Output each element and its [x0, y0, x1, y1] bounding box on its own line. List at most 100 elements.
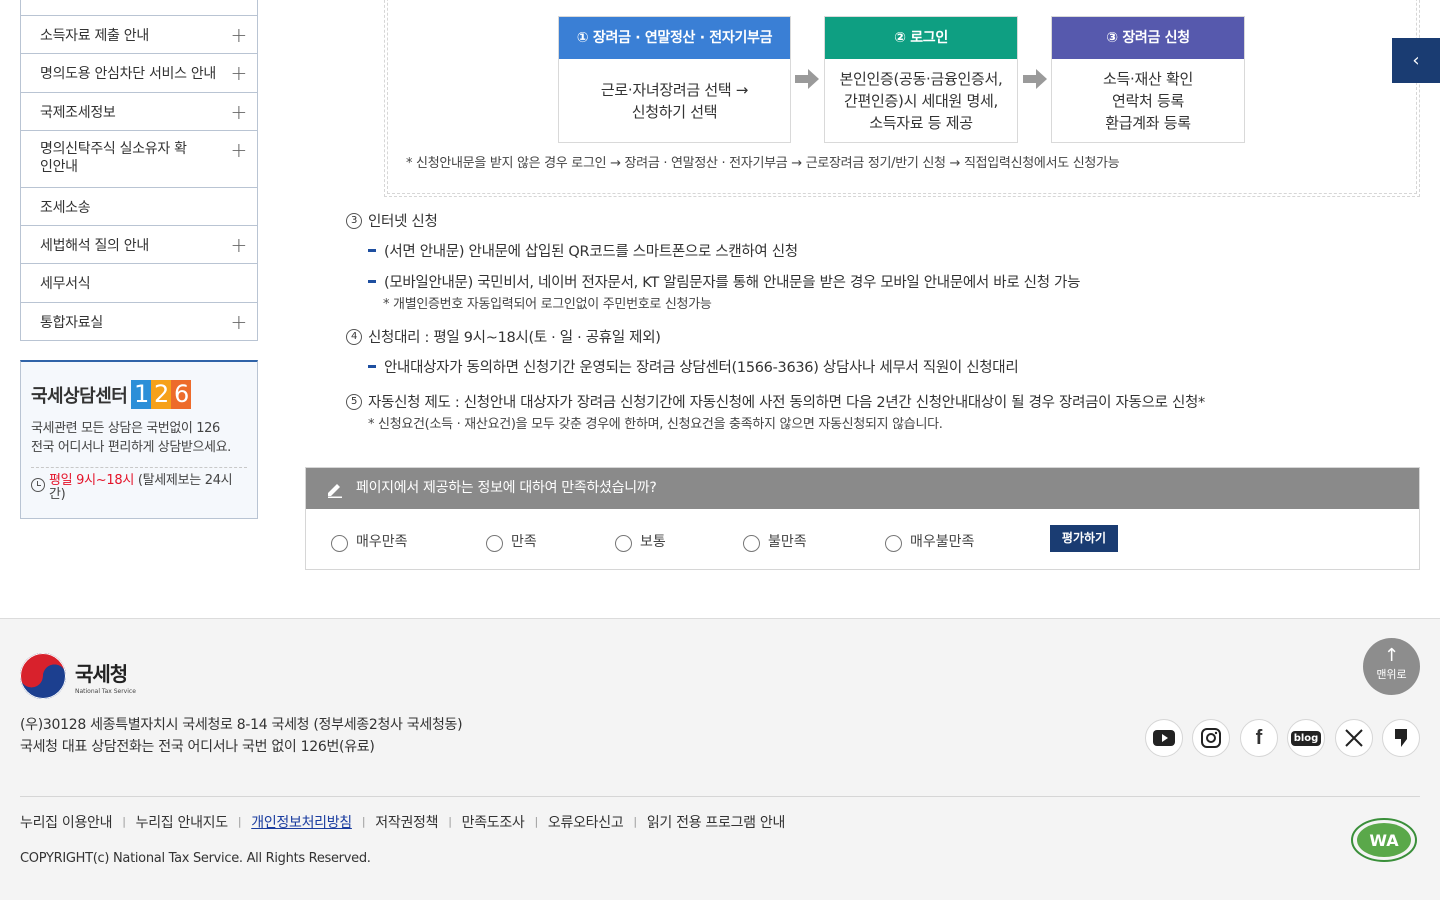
survey-option-very-dissatisfied[interactable]: 매우불만족 — [885, 529, 974, 552]
radio-button[interactable] — [615, 535, 632, 552]
option-label: 매우만족 — [356, 533, 408, 550]
sub-item-proxy: 안내대상자가 동의하면 신청기간 운영되는 장려금 상담센터(1566-3636… — [368, 356, 1019, 377]
sidebar-item-international-tax[interactable]: 국제조세정보 + — [21, 92, 257, 130]
consult-title: 국세상담센터 1 2 6 — [31, 380, 247, 409]
step-body-line: 신청하기 선택 — [631, 103, 718, 121]
address-text: (우)30128 세종특별자치시 국세청로 8-14 국세청 (정부세종2청사 … — [20, 717, 463, 733]
survey-header: 페이지에서 제공하는 정보에 대하여 만족하셨습니까? — [306, 468, 1419, 509]
x-icon[interactable] — [1335, 719, 1373, 757]
digit-6: 6 — [171, 380, 192, 409]
item-title: 인터넷 신청 — [368, 214, 438, 230]
nts-logo[interactable]: 국세청 National Tax Service — [20, 653, 136, 699]
sidebar-item-identity-theft[interactable]: 명의도용 안심차단 서비스 안내 + — [21, 53, 257, 92]
clock-icon — [31, 478, 45, 492]
back-to-top-label: 맨위로 — [1376, 668, 1407, 681]
sub-item-paper-notice: (서면 안내문) 안내문에 삽입된 QR코드를 스마트폰으로 스캔하여 신청 — [368, 240, 798, 261]
footer-link-site-guide[interactable]: 누리집 이용안내 — [20, 812, 122, 832]
option-label: 불만족 — [768, 533, 807, 550]
number-126-logo: 1 2 6 — [131, 380, 192, 409]
sidebar-item-tax-law-inquiry[interactable]: 세법해석 질의 안내 + — [21, 225, 257, 263]
footer-link-error-report[interactable]: 오류오타신고 — [538, 812, 633, 832]
survey-option-satisfied[interactable]: 만족 — [486, 529, 537, 552]
sidebar-item-tax-forms[interactable]: 세무서식 — [21, 263, 257, 302]
item-note: * 신청요건(소득 · 재산요건)을 모두 갖춘 경우에 한하며, 신청요건을 … — [368, 417, 943, 432]
sidebar-item-data-room[interactable]: 통합자료실 + — [21, 302, 257, 340]
footer-link-copyright-policy[interactable]: 저작권정책 — [365, 812, 448, 832]
sidebar-item-label: 조세소송 — [40, 200, 91, 216]
item-auto-application: 5 자동신청 제도 : 신청안내 대상자가 장려금 신청기간에 자동신청에 사전 … — [346, 391, 1205, 412]
taegeuk-logo-icon — [20, 653, 66, 699]
sidebar-item-income-data[interactable]: 소득자료 제출 안내 + — [21, 15, 257, 53]
facebook-icon[interactable]: f — [1240, 719, 1278, 757]
item-title: 자동신청 제도 : 신청안내 대상자가 장려금 신청기간에 자동신청에 사전 동… — [368, 395, 1205, 411]
procedure-step-2: ② 로그인 본인인증(공동·금융인증서, 간편인증)시 세대원 명세, 소득자료… — [824, 16, 1018, 143]
step-body-line: 소득·재산 확인 — [1103, 70, 1193, 88]
divider — [20, 796, 1420, 797]
footer-address: (우)30128 세종특별자치시 국세청로 8-14 국세청 (정부세종2청사 … — [20, 714, 463, 758]
option-label: 보통 — [640, 533, 666, 550]
footer: 국세청 National Tax Service (우)30128 세종특별자치… — [0, 618, 1440, 900]
side-panel-toggle-button[interactable]: ‹ — [1392, 38, 1440, 83]
circled-number: 5 — [346, 394, 362, 410]
step-body-line: 환급계좌 등록 — [1105, 114, 1191, 132]
radio-button[interactable] — [486, 535, 503, 552]
plus-icon[interactable]: + — [231, 140, 248, 160]
sidebar-menu: 소득자료 제출 안내 + 명의도용 안심차단 서비스 안내 + 국제조세정보 +… — [20, 15, 258, 341]
consult-title-text: 국세상담센터 — [31, 385, 128, 407]
radio-button[interactable] — [885, 535, 902, 552]
footer-link-site-map[interactable]: 누리집 안내지도 — [126, 812, 238, 832]
submit-rating-button[interactable]: 평가하기 — [1050, 525, 1118, 552]
consult-center-box: 국세상담센터 1 2 6 국세관련 모든 상담은 국번없이 126 전국 어디서… — [20, 360, 258, 519]
phone-text: 국세청 대표 상담전화는 전국 어디서나 국번 없이 126번(유료) — [20, 739, 375, 755]
circled-number: 4 — [346, 329, 362, 345]
facebook-glyph: f — [1255, 726, 1263, 749]
step-body-line: 근로·자녀장려금 선택 → — [600, 81, 749, 99]
arrow-up-icon: ↑ — [1383, 645, 1400, 666]
step-body: 근로·자녀장려금 선택 → 신청하기 선택 — [559, 59, 790, 123]
survey-option-very-satisfied[interactable]: 매우만족 — [331, 529, 408, 552]
sidebar-item-nominee-stock[interactable]: 명의신탁주식 실소유자 확인안내 + — [21, 130, 257, 187]
plus-icon[interactable]: + — [231, 63, 248, 83]
radio-button[interactable] — [743, 535, 760, 552]
circled-number: 3 — [346, 213, 362, 229]
digit-1: 1 — [131, 380, 152, 409]
plus-icon[interactable]: + — [231, 102, 248, 122]
radio-button[interactable] — [331, 535, 348, 552]
step-body: 소득·재산 확인 연락처 등록 환급계좌 등록 — [1052, 59, 1244, 134]
step-body: 본인인증(공동·금융인증서, 간편인증)시 세대원 명세, 소득자료 등 제공 — [825, 59, 1017, 134]
consult-description: 국세관련 모든 상담은 국번없이 126 전국 어디서나 편리하게 상담받으세요… — [31, 419, 247, 457]
item-note: * 개별인증번호 자동입력되어 로그인없이 주민번호로 신청가능 — [383, 297, 712, 312]
blog-icon[interactable]: blog — [1287, 719, 1325, 757]
survey-option-dissatisfied[interactable]: 불만족 — [743, 529, 807, 552]
sidebar: 소득자료 제출 안내 + 명의도용 안심차단 서비스 안내 + 국제조세정보 +… — [20, 0, 258, 341]
plus-icon[interactable]: + — [231, 312, 248, 332]
satisfaction-survey: 페이지에서 제공하는 정보에 대하여 만족하셨습니까? 매우만족 만족 보통 불… — [305, 467, 1420, 570]
footer-link-reader-programs[interactable]: 읽기 전용 프로그램 안내 — [637, 812, 795, 832]
post-icon[interactable] — [1382, 719, 1420, 757]
wa-mark-text: WA — [1369, 831, 1399, 850]
logo-text-en: National Tax Service — [75, 687, 136, 695]
sidebar-item-label: 명의신탁주식 실소유자 확인안내 — [40, 141, 187, 175]
youtube-icon[interactable] — [1145, 719, 1183, 757]
survey-question: 페이지에서 제공하는 정보에 대하여 만족하셨습니까? — [356, 480, 657, 496]
procedure-step-3: ③ 장려금 신청 소득·재산 확인 연락처 등록 환급계좌 등록 — [1051, 16, 1245, 143]
footer-link-satisfaction-survey[interactable]: 만족도조사 — [452, 812, 535, 832]
sidebar-item-label: 명의도용 안심차단 서비스 안내 — [40, 66, 216, 82]
option-label: 만족 — [511, 533, 537, 550]
sidebar-item-label: 소득자료 제출 안내 — [40, 28, 149, 44]
plus-icon[interactable]: + — [231, 25, 248, 45]
back-to-top-button[interactable]: ↑ 맨위로 — [1363, 638, 1420, 695]
plus-icon[interactable]: + — [231, 235, 248, 255]
step-body-line: 간편인증)시 세대원 명세, — [844, 92, 998, 110]
procedure-note: * 신청안내문을 받지 않은 경우 로그인 → 장려금 · 연말정산 · 전자기… — [406, 156, 1120, 171]
sub-item-mobile-notice: (모바일안내문) 국민비서, 네이버 전자문서, KT 알림문자를 통해 안내문… — [368, 271, 1080, 292]
logo-text-ko: 국세청 — [75, 661, 128, 686]
copyright-text: COPYRIGHT(c) National Tax Service. All R… — [20, 851, 371, 866]
footer-link-privacy-policy[interactable]: 개인정보처리방침 — [241, 812, 362, 832]
consult-desc-line: 전국 어디서나 편리하게 상담받으세요. — [31, 440, 231, 455]
instagram-icon[interactable] — [1192, 719, 1230, 757]
arrow-right-icon — [795, 69, 819, 89]
step-body-line: 본인인증(공동·금융인증서, — [839, 70, 1003, 88]
survey-option-neutral[interactable]: 보통 — [615, 529, 666, 552]
sidebar-item-tax-litigation[interactable]: 조세소송 — [21, 187, 257, 225]
